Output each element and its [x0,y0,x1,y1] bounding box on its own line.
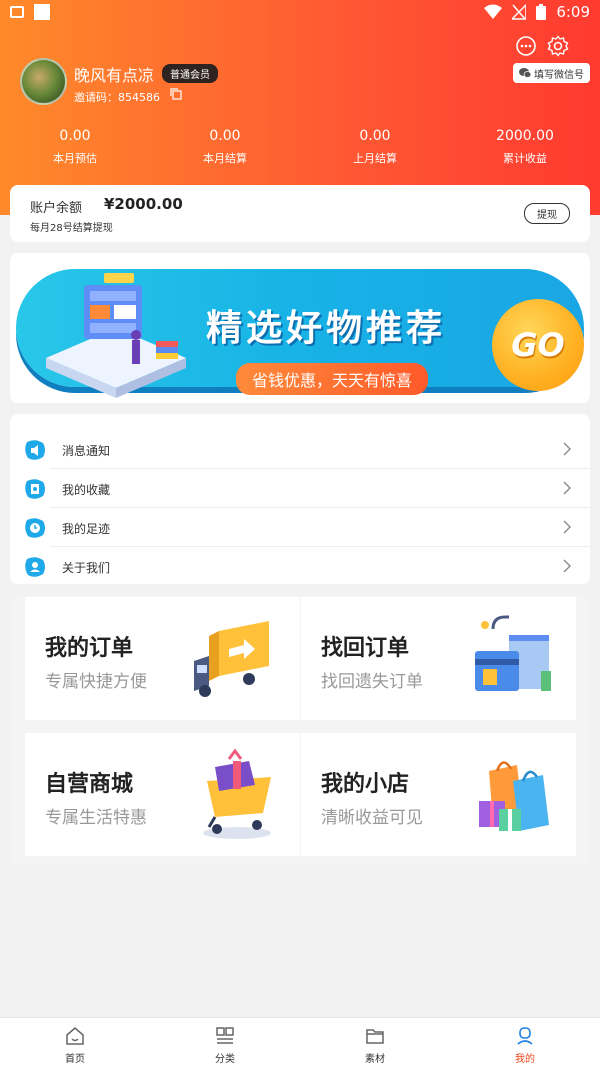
chevron-right-icon [563,520,571,534]
star-bookmark-icon [25,479,45,499]
stat-month-settled[interactable]: 0.00 本月结算 [150,128,300,166]
nav-label: 首页 [65,1054,85,1065]
menu-item-notifications[interactable]: 消息通知 [10,430,590,469]
tile-my-shop[interactable]: 我的小店 清晰收益可见 [301,733,576,856]
profile-header: 6:09 晚风有点凉 普通会员 邀请码：854586 填写微信号 0.00 本月… [0,0,600,215]
wechat-label: 填写微信号 [534,69,584,81]
copy-icon[interactable] [170,88,182,100]
stat-label: 本月预估 [53,152,97,165]
go-button[interactable]: GO [492,299,584,391]
withdraw-button[interactable]: 提现 [524,203,570,224]
profile-icon [517,1027,533,1045]
fill-wechat-button[interactable]: 填写微信号 [513,63,590,83]
tile-recover-orders[interactable]: 找回订单 找回遗失订单 [301,597,576,720]
shopping-bags-icon [479,761,549,831]
stat-value: 0.00 [59,128,91,144]
folder-icon [366,1029,384,1044]
stat-last-month-settled[interactable]: 0.00 上月结算 [300,128,450,166]
username: 晚风有点凉 [74,66,155,85]
nav-label: 素材 [365,1054,385,1065]
app-notification-icon [34,4,50,20]
tile-subtitle: 找回遗失订单 [321,672,423,692]
nav-category[interactable]: 分类 [150,1018,300,1067]
shopping-cart-icon [203,748,271,839]
avatar[interactable] [20,58,67,105]
user-icon [25,557,45,577]
promo-banner[interactable]: 精选好物推荐 省钱优惠，天天有惊喜 GO [16,269,584,398]
menu-label: 关于我们 [62,561,111,575]
tile-subtitle: 清晰收益可见 [321,808,423,828]
stat-value: 0.00 [209,128,241,144]
chevron-right-icon [563,559,571,573]
delivery-truck-icon [194,621,269,697]
tile-title: 自营商城 [45,772,134,797]
nav-label: 我的 [515,1054,535,1065]
stat-total-income[interactable]: 2000.00 累计收益 [450,128,600,166]
settings-menu: 消息通知 我的收藏 我的足迹 关于我们 [10,414,590,584]
menu-label: 消息通知 [62,444,111,458]
banner-subtitle: 省钱优惠，天天有惊喜 [236,363,429,395]
tile-subtitle: 专属快捷方便 [45,672,147,692]
menu-label: 我的收藏 [62,483,111,497]
menu-item-favorites[interactable]: 我的收藏 [10,469,590,508]
wechat-icon [519,68,531,78]
tile-subtitle: 专属生活特惠 [45,808,147,828]
shopping-illustration-icon [46,273,186,398]
menu-item-footprints[interactable]: 我的足迹 [10,508,590,547]
tile-title: 找回订单 [321,636,410,661]
member-badge: 普通会员 [162,64,218,83]
stat-month-estimate[interactable]: 0.00 本月预估 [0,128,150,166]
menu-label: 我的足迹 [62,522,111,536]
tile-self-mall[interactable]: 自营商城 专属生活特惠 [25,733,300,856]
speaker-icon [25,440,45,460]
tile-my-orders[interactable]: 我的订单 专属快捷方便 [25,597,300,720]
bank-card-icon [475,615,551,691]
battery-icon [536,4,547,20]
promo-banner-card[interactable]: 精选好物推荐 省钱优惠，天天有惊喜 GO [10,253,590,403]
stat-label: 上月结算 [353,152,397,165]
chevron-right-icon [563,442,571,456]
settlement-note: 每月28号结算提现 [30,223,113,234]
chevron-right-icon [563,481,571,495]
status-time: 6:09 [556,3,590,21]
balance-card: 账户余额 ¥2000.00 每月28号结算提现 提现 [10,185,590,242]
wifi-icon [484,4,503,19]
clock-icon [25,518,45,538]
tile-title: 我的订单 [45,636,134,661]
nav-home[interactable]: 首页 [0,1018,150,1067]
bottom-navigation: 首页 分类 素材 我的 [0,1017,600,1067]
balance-amount: ¥2000.00 [104,195,183,213]
grid-icon [216,1027,234,1044]
home-icon [66,1027,84,1045]
stat-value: 2000.00 [496,128,554,144]
menu-item-about[interactable]: 关于我们 [10,547,590,586]
stat-label: 累计收益 [503,152,547,165]
signal-icon [512,4,527,20]
nav-label: 分类 [215,1054,235,1065]
nav-profile[interactable]: 我的 [450,1018,600,1067]
nav-materials[interactable]: 素材 [300,1018,450,1067]
feature-tiles: 我的订单 专属快捷方便 找回订单 找回遗失订单 自营商城 专属生活特惠 我的小店… [10,595,590,865]
banner-title: 精选好物推荐 [206,308,447,349]
invite-code: 邀请码：854586 [74,91,160,104]
gallery-notification-icon [10,6,24,18]
earnings-stats: 0.00 本月预估 0.00 本月结算 0.00 上月结算 2000.00 累计… [0,128,600,166]
gear-icon[interactable] [547,35,569,57]
status-bar: 6:09 [0,0,600,26]
stat-value: 0.00 [359,128,391,144]
message-icon[interactable] [515,35,537,57]
stat-label: 本月结算 [203,152,247,165]
balance-label: 账户余额 [30,201,83,216]
tile-title: 我的小店 [321,772,410,797]
